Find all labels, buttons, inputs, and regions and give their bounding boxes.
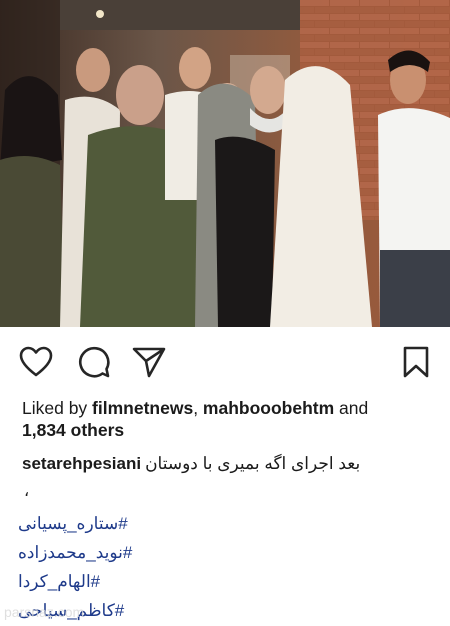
liked-by-label: Liked by xyxy=(22,398,93,418)
caption-text: بعد اجرای اگه بمیری با دوستان xyxy=(145,454,361,473)
caption-username[interactable]: setarehpesiani xyxy=(22,454,141,473)
post-caption: setarehpesiani بعد اجرای اگه بمیری با دوس… xyxy=(22,453,442,475)
group-photo-image xyxy=(0,0,450,327)
bookmark-icon xyxy=(403,346,429,378)
liker-username-2[interactable]: mahbooobehtm xyxy=(203,398,334,418)
liker-username-1[interactable]: filmnetnews xyxy=(92,398,193,418)
send-icon xyxy=(132,347,166,378)
likes-count[interactable]: 1,834 others xyxy=(22,420,124,440)
heart-icon xyxy=(19,346,53,377)
watermark: parsnaz.com xyxy=(4,604,85,620)
comment-button[interactable] xyxy=(76,344,112,380)
hashtag-link[interactable]: #نوید_محمدزاده xyxy=(18,538,318,567)
likes-separator: , xyxy=(193,398,203,418)
save-button[interactable] xyxy=(398,344,434,380)
hashtag-link[interactable]: #ستاره_پسیانی xyxy=(18,509,318,538)
post-photo[interactable] xyxy=(0,0,450,327)
caption-comma: ، xyxy=(24,483,30,500)
post-action-bar xyxy=(0,338,450,384)
like-button[interactable] xyxy=(18,344,54,380)
hashtag-link[interactable]: #الهام_کردا xyxy=(18,567,318,596)
share-button[interactable] xyxy=(131,344,167,380)
likes-summary: Liked by filmnetnews, mahbooobehtm and 1,… xyxy=(22,397,437,441)
instagram-post: Liked by filmnetnews, mahbooobehtm and 1,… xyxy=(0,0,450,626)
comment-icon xyxy=(78,346,110,378)
likes-and: and xyxy=(334,398,369,418)
